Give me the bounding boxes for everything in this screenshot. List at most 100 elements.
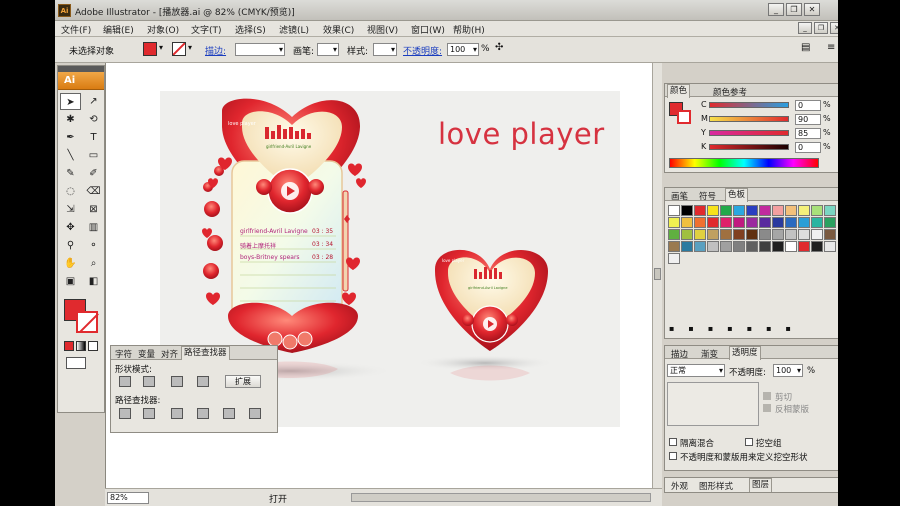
menu-select[interactable]: 选择(S) [235, 23, 266, 36]
channel-value[interactable]: 85 [795, 128, 821, 139]
swatch[interactable] [798, 229, 810, 240]
tab-brushes[interactable]: 画笔 [671, 190, 688, 202]
type-tool-icon[interactable]: T [83, 129, 104, 146]
live-paint-tool-icon[interactable]: ▣ [60, 273, 81, 290]
tab-color-guide[interactable]: 颜色参考 [713, 86, 747, 98]
tab-align[interactable]: 对齐 [161, 348, 178, 360]
swatch[interactable] [759, 205, 771, 216]
restore-button[interactable]: ❐ [786, 3, 802, 16]
mesh-tool-icon[interactable]: ⚲ [60, 237, 81, 254]
menu-object[interactable]: 对象(O) [147, 23, 179, 36]
rotate-tool-icon[interactable]: ◌ [60, 183, 81, 200]
line-tool-icon[interactable]: ╲ [60, 147, 81, 164]
crop-icon[interactable] [197, 408, 209, 419]
blend-tool-icon[interactable]: ⌕ [83, 255, 104, 272]
swatch[interactable] [720, 229, 732, 240]
isolate-blend-checkbox[interactable] [669, 438, 677, 446]
swatch[interactable] [772, 217, 784, 228]
swatch[interactable] [733, 241, 745, 252]
opacity-field[interactable]: 100 [447, 43, 479, 56]
symbol-sprayer-tool-icon[interactable]: ✥ [60, 219, 81, 236]
color-spectrum[interactable] [669, 158, 819, 168]
stroke-color-box[interactable] [76, 311, 98, 333]
swatch[interactable] [785, 205, 797, 216]
swatch[interactable] [707, 241, 719, 252]
swatch[interactable] [668, 253, 680, 264]
swatch[interactable] [798, 205, 810, 216]
tab-color[interactable]: 颜色 [667, 84, 691, 98]
opacity-link[interactable]: 不透明度: [403, 44, 442, 57]
swatch[interactable] [733, 217, 745, 228]
tab-character[interactable]: 字符 [115, 348, 132, 360]
minus-back-icon[interactable] [249, 408, 261, 419]
tab-appearance[interactable]: 外观 [671, 480, 688, 492]
screen-mode-icon[interactable] [66, 357, 86, 369]
swatch[interactable] [746, 229, 758, 240]
swatch[interactable] [733, 205, 745, 216]
stroke-dropdown-icon[interactable]: ▾ [188, 43, 192, 52]
close-button[interactable]: ✕ [804, 3, 820, 16]
swatch[interactable] [759, 229, 771, 240]
vertical-scrollbar[interactable] [652, 63, 662, 488]
menu-filter[interactable]: 滤镜(L) [279, 23, 309, 36]
swatch-footer-icons[interactable]: ▪▪▪▪▪▪▪ [669, 324, 805, 333]
doc-restore-button[interactable]: ❐ [814, 22, 828, 34]
opacity-mask-checkbox[interactable] [669, 452, 677, 460]
menu-edit[interactable]: 编辑(E) [103, 23, 134, 36]
swatch[interactable] [824, 241, 836, 252]
yellow-slider[interactable]: Y 85 % [669, 128, 845, 140]
swatch[interactable] [759, 241, 771, 252]
clip-checkbox[interactable] [763, 392, 771, 400]
mask-thumbnail[interactable] [667, 382, 759, 426]
swatch[interactable] [681, 205, 693, 216]
swatch[interactable] [785, 241, 797, 252]
swatch[interactable] [824, 229, 836, 240]
fill-swatch[interactable] [143, 42, 157, 56]
channel-bar[interactable] [709, 116, 789, 122]
swatch[interactable] [720, 217, 732, 228]
channel-bar[interactable] [709, 102, 789, 108]
menu-window[interactable]: 窗口(W) [411, 23, 445, 36]
brush-dropdown[interactable] [317, 43, 339, 56]
swatch[interactable] [759, 217, 771, 228]
swatch[interactable] [681, 217, 693, 228]
paintbrush-tool-icon[interactable]: ✎ [60, 165, 81, 182]
tab-variables[interactable]: 变量 [138, 348, 155, 360]
swatch[interactable] [668, 217, 680, 228]
direct-selection-tool-icon[interactable]: ↗ [83, 93, 104, 110]
swatch[interactable] [668, 205, 680, 216]
swatch[interactable] [733, 229, 745, 240]
graph-tool-icon[interactable]: ▥ [83, 219, 104, 236]
magic-wand-tool-icon[interactable]: ✱ [60, 111, 81, 128]
swatch[interactable] [720, 241, 732, 252]
swatch[interactable] [811, 229, 823, 240]
gradient-tool-icon[interactable]: ⚬ [83, 237, 104, 254]
swatch[interactable] [824, 217, 836, 228]
swatch[interactable] [811, 241, 823, 252]
pencil-tool-icon[interactable]: ✐ [83, 165, 104, 182]
swatch[interactable] [811, 205, 823, 216]
black-slider[interactable]: K 0 % [669, 142, 845, 154]
lasso-tool-icon[interactable]: ⟲ [83, 111, 104, 128]
swatch[interactable] [824, 205, 836, 216]
swatch[interactable] [772, 205, 784, 216]
menu-type[interactable]: 文字(T) [191, 23, 222, 36]
outline-icon[interactable] [223, 408, 235, 419]
tab-symbols[interactable]: 符号 [699, 190, 716, 202]
swatch[interactable] [707, 229, 719, 240]
channel-bar[interactable] [709, 144, 789, 150]
merge-icon[interactable] [171, 408, 183, 419]
swatch[interactable] [785, 229, 797, 240]
tab-pathfinder[interactable]: 路径查找器 [181, 346, 230, 360]
channel-bar[interactable] [709, 130, 789, 136]
eraser-tool-icon[interactable]: ⌫ [83, 183, 104, 200]
magenta-slider[interactable]: M 90 % [669, 114, 845, 126]
swatch[interactable] [720, 205, 732, 216]
menu-help[interactable]: 帮助(H) [453, 23, 485, 36]
swatch[interactable] [694, 217, 706, 228]
zoom-field[interactable]: 82% [107, 492, 149, 504]
swatch[interactable] [707, 217, 719, 228]
swatch[interactable] [668, 229, 680, 240]
stroke-weight-field[interactable] [235, 43, 285, 56]
swatch[interactable] [798, 217, 810, 228]
